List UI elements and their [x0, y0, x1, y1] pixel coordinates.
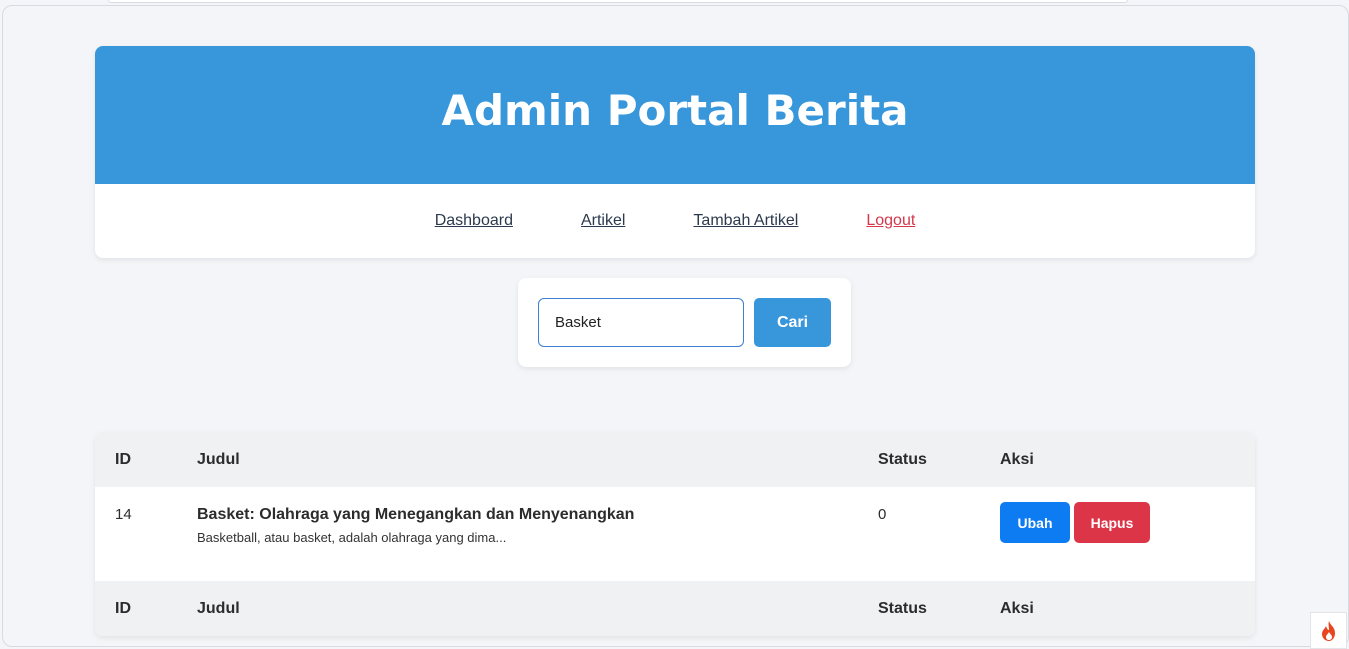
search-input[interactable]: [538, 298, 744, 347]
nav-link-logout[interactable]: Logout: [866, 212, 915, 230]
articles-table: ID Judul Status Aksi 14 Basket: Olahraga…: [95, 432, 1255, 636]
search-button[interactable]: Cari: [754, 298, 831, 347]
table-header-row: ID Judul Status Aksi: [95, 432, 1255, 487]
column-header-aksi: Aksi: [1000, 451, 1034, 468]
row-judul-cell: Basket: Olahraga yang Menegangkan dan Me…: [197, 506, 634, 545]
nav-link-dashboard[interactable]: Dashboard: [435, 212, 513, 230]
article-excerpt: Basketball, atau basket, adalah olahraga…: [197, 530, 507, 545]
nav-link-tambah-artikel[interactable]: Tambah Artikel: [693, 212, 798, 230]
flame-icon: [1321, 620, 1335, 641]
debug-toolbar-toggle[interactable]: [1310, 612, 1347, 649]
site-header: Admin Portal Berita Dashboard Artikel Ta…: [95, 46, 1255, 258]
delete-button[interactable]: Hapus: [1074, 502, 1150, 543]
column-header-status: Status: [878, 451, 927, 468]
article-title: Basket: Olahraga yang Menegangkan dan Me…: [197, 506, 635, 523]
search-form: Cari: [518, 278, 851, 367]
main-nav: Dashboard Artikel Tambah Artikel Logout: [95, 184, 1255, 258]
column-footer-id: ID: [115, 600, 131, 617]
column-footer-aksi: Aksi: [1000, 600, 1034, 617]
column-header-id: ID: [115, 451, 131, 468]
row-status: 0: [878, 506, 887, 523]
column-header-judul: Judul: [197, 451, 240, 468]
column-footer-status: Status: [878, 600, 927, 617]
header-banner: Admin Portal Berita: [95, 46, 1255, 184]
browser-top-fragment: [108, 0, 1128, 3]
row-id: 14: [115, 506, 132, 523]
edit-button[interactable]: Ubah: [1000, 502, 1070, 543]
table-footer-row: ID Judul Status Aksi: [95, 581, 1255, 636]
column-footer-judul: Judul: [197, 600, 240, 617]
nav-link-artikel[interactable]: Artikel: [581, 212, 625, 230]
page-title: Admin Portal Berita: [441, 85, 909, 135]
table-row: 14 Basket: Olahraga yang Menegangkan dan…: [95, 487, 1255, 581]
